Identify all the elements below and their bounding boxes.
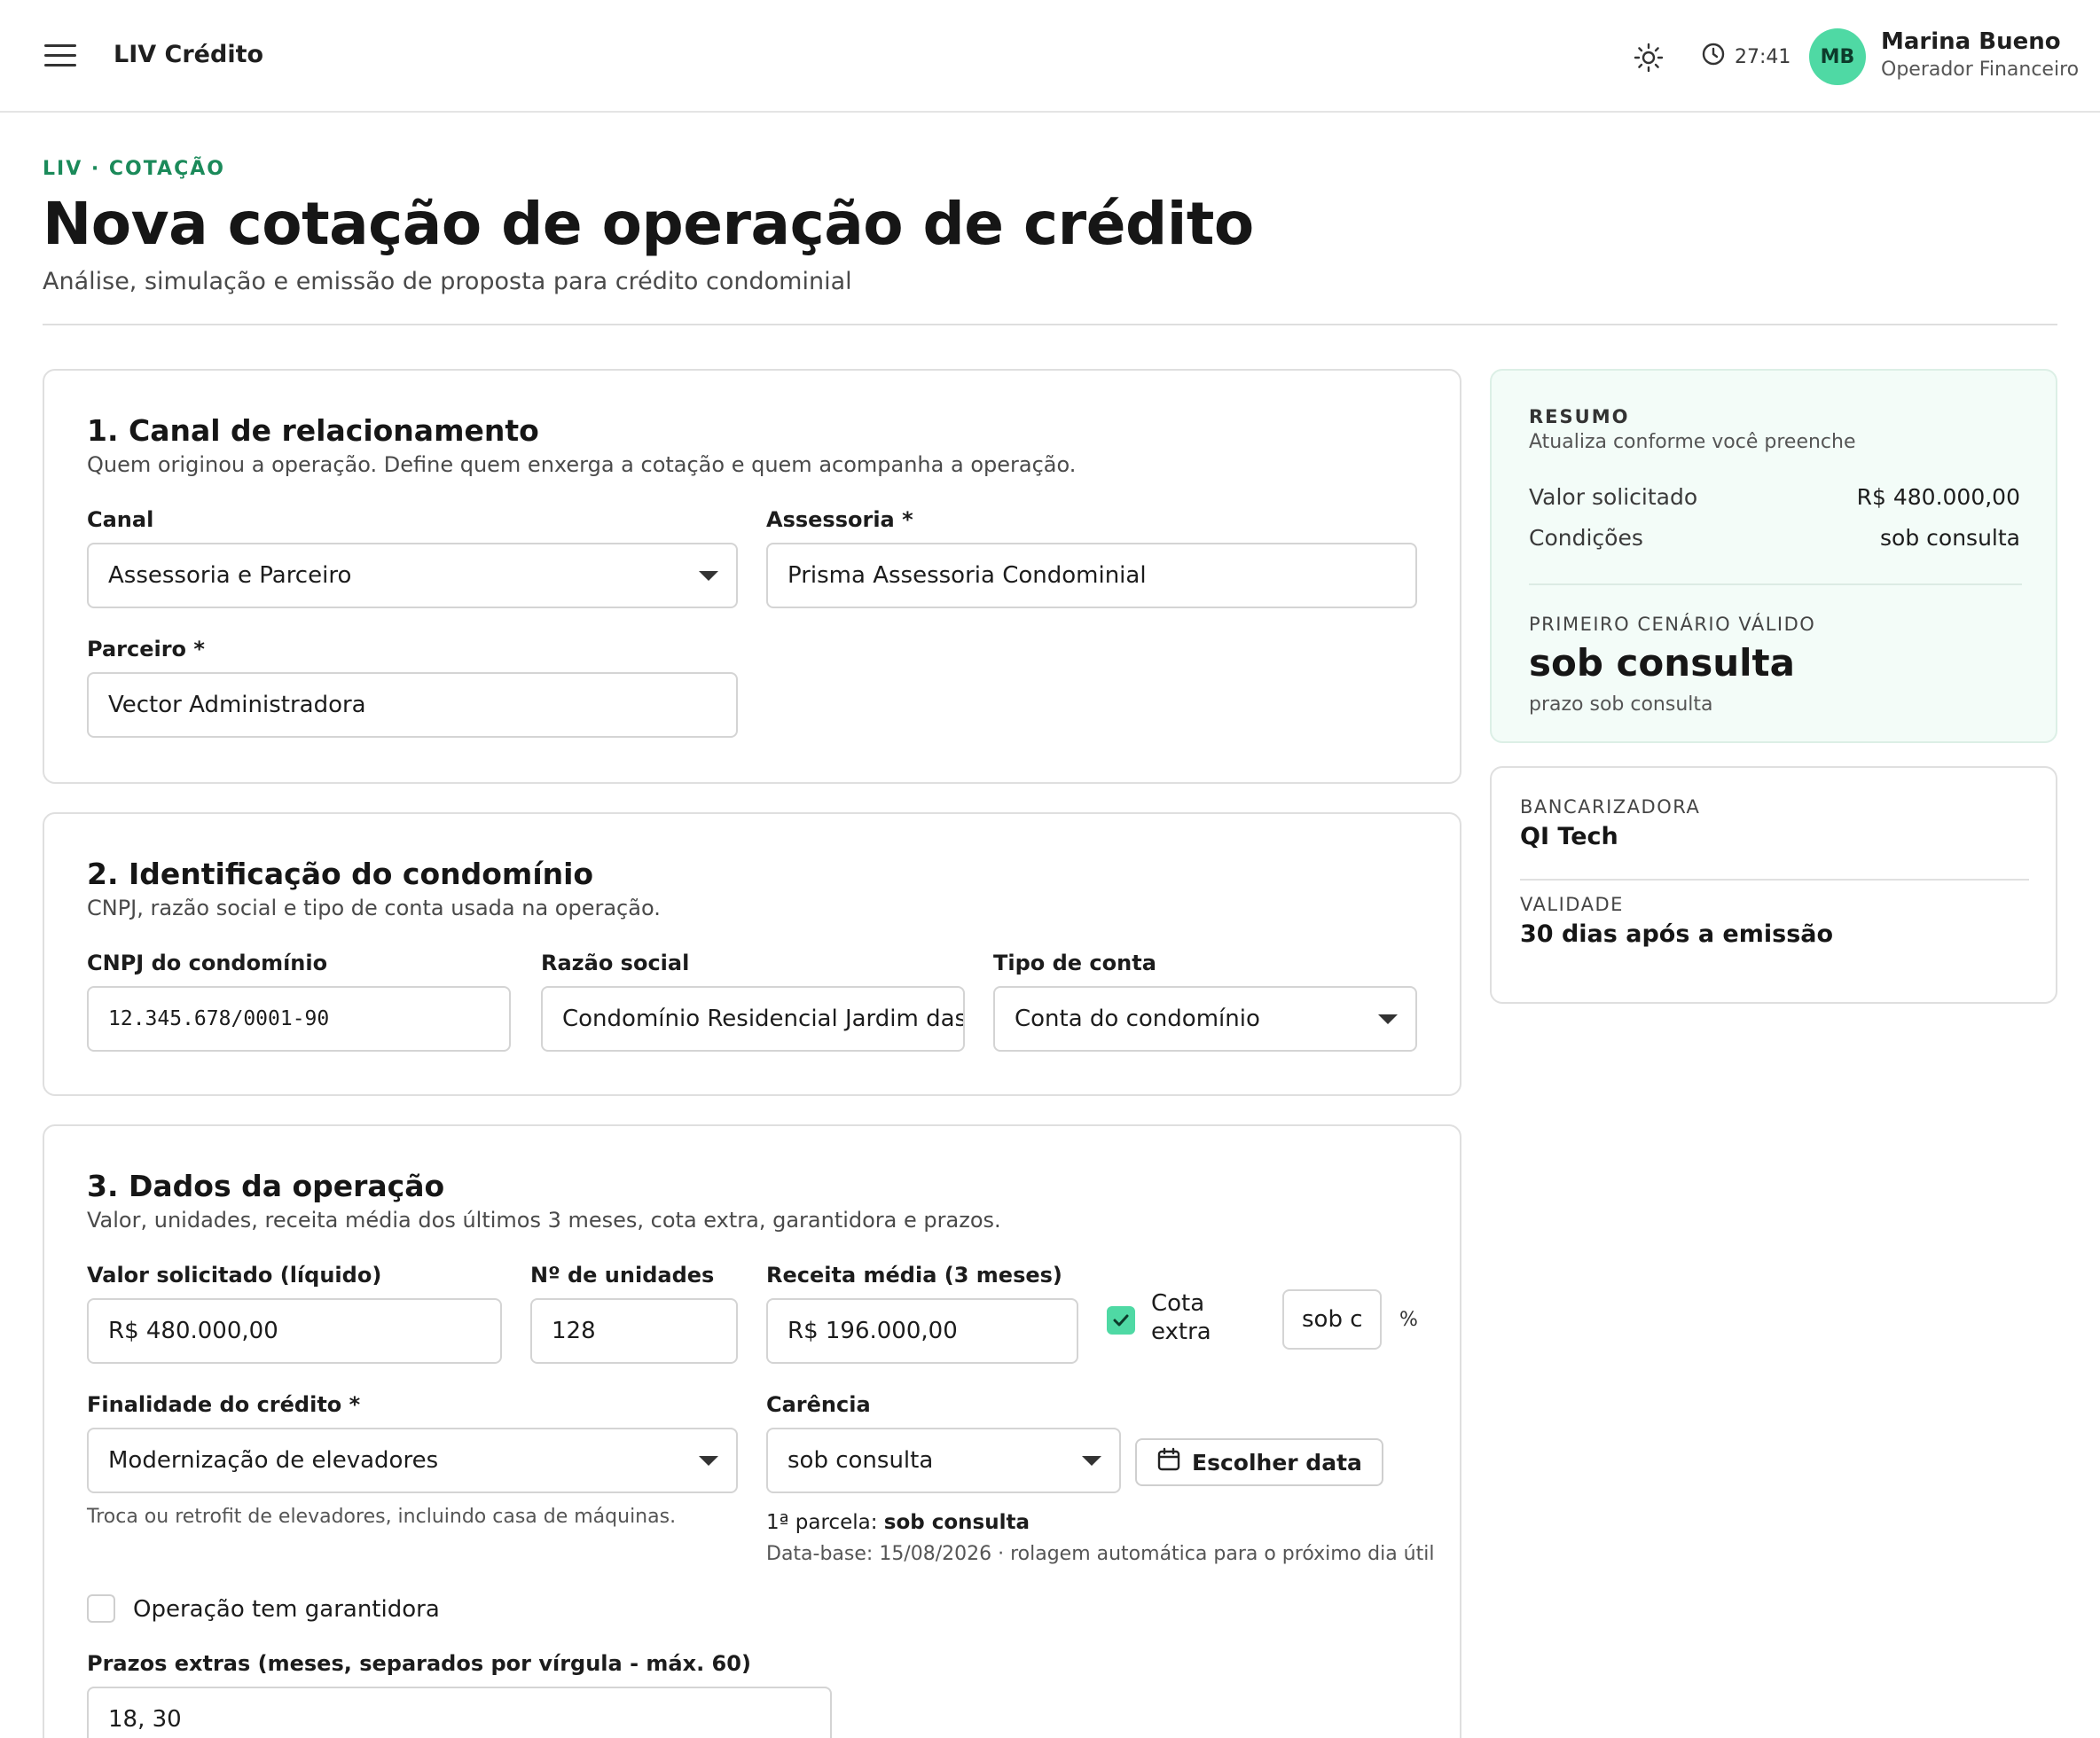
section-canal: 1. Canal de relacionamento Quem originou… — [43, 369, 1461, 784]
parceiro-input[interactable]: Vector Administradora — [87, 672, 738, 738]
cnpj-label: CNPJ do condomínio — [87, 951, 328, 975]
assessoria-value: Prisma Assessoria Condominial — [788, 562, 1147, 589]
canal-value: Assessoria e Parceiro — [108, 562, 352, 589]
clock-icon — [1701, 42, 1726, 72]
base-date-note: Data-base: 15/08/2026 · rolagem automáti… — [766, 1543, 1435, 1565]
parceiro-label: Parceiro * — [87, 637, 205, 662]
prazos-label: Prazos extras (meses, separados por vírg… — [87, 1651, 751, 1676]
divider — [43, 324, 2057, 325]
summary-row-label: Valor solicitado — [1529, 484, 1698, 510]
sun-icon[interactable] — [1632, 41, 1665, 74]
summary-card: RESUMO Atualiza conforme você preenche V… — [1490, 369, 2057, 743]
bank-card: BANCARIZADORA QI Tech VALIDADE 30 dias a… — [1490, 766, 2057, 1004]
breadcrumb: LIV · COTAÇÃO — [43, 158, 225, 180]
assessoria-label: Assessoria * — [766, 507, 913, 532]
garantidora-label: Operação tem garantidora — [133, 1596, 440, 1623]
check-icon — [1113, 1314, 1129, 1327]
section-description: Valor, unidades, receita média dos últim… — [87, 1208, 1001, 1233]
prazos-value: 18, 30 — [108, 1706, 182, 1733]
page-title: Nova cotação de operação de crédito — [43, 190, 1254, 258]
prazos-input[interactable]: 18, 30 — [87, 1687, 832, 1738]
razao-input[interactable]: Condomínio Residencial Jardim das — [541, 986, 965, 1052]
top-bar: LIV Crédito 27:41 MB Marina Bueno Operad… — [0, 0, 2100, 113]
finalidade-select[interactable]: Modernização de elevadores — [87, 1428, 738, 1493]
chevron-down-icon — [1082, 1456, 1101, 1466]
summary-row-label: Condições — [1529, 525, 1643, 551]
first-parcel: 1ª parcela: sob consulta — [766, 1511, 1030, 1534]
cota-extra-input[interactable]: sob c — [1282, 1289, 1382, 1350]
scenario-value: sob consulta — [1529, 641, 1795, 685]
parceiro-value: Vector Administradora — [108, 692, 366, 718]
section-title: 2. Identificação do condomínio — [87, 857, 594, 891]
razao-label: Razão social — [541, 951, 690, 975]
finalidade-help: Troca ou retrofit de elevadores, incluin… — [87, 1506, 677, 1528]
avatar[interactable]: MB — [1809, 28, 1866, 85]
unidades-value: 128 — [552, 1318, 596, 1344]
summary-note: Atualiza conforme você preenche — [1529, 431, 1856, 453]
user-name: Marina Bueno — [1881, 28, 2061, 55]
section-title: 3. Dados da operação — [87, 1169, 445, 1203]
calendar-icon — [1156, 1447, 1181, 1477]
cota-extra-checkbox[interactable] — [1107, 1306, 1135, 1335]
section-title: 1. Canal de relacionamento — [87, 413, 539, 448]
section-operacao: 3. Dados da operação Valor, unidades, re… — [43, 1124, 1461, 1738]
valor-value: R$ 480.000,00 — [108, 1318, 278, 1344]
canal-label: Canal — [87, 507, 154, 532]
receita-input[interactable]: R$ 196.000,00 — [766, 1298, 1078, 1364]
carencia-label: Carência — [766, 1392, 871, 1417]
session-timer: 27:41 — [1701, 41, 1790, 73]
receita-label: Receita média (3 meses) — [766, 1263, 1062, 1288]
scenario-label: PRIMEIRO CENÁRIO VÁLIDO — [1529, 614, 1816, 635]
tipo-conta-select[interactable]: Conta do condomínio — [993, 986, 1417, 1052]
assessoria-input[interactable]: Prisma Assessoria Condominial — [766, 543, 1417, 608]
page-subtitle: Análise, simulação e emissão de proposta… — [43, 268, 852, 295]
divider — [1529, 583, 2022, 585]
finalidade-value: Modernização de elevadores — [108, 1447, 439, 1474]
tipo-conta-value: Conta do condomínio — [1015, 1006, 1260, 1032]
choose-date-label: Escolher data — [1192, 1449, 1362, 1476]
garantidora-checkbox[interactable] — [87, 1594, 115, 1623]
cota-extra-value: sob c — [1302, 1306, 1363, 1333]
scenario-subtext: prazo sob consulta — [1529, 693, 1713, 716]
razao-value: Condomínio Residencial Jardim das — [562, 1006, 965, 1032]
unidades-label: Nº de unidades — [530, 1263, 715, 1288]
finalidade-label: Finalidade do crédito * — [87, 1392, 361, 1417]
user-role: Operador Financeiro — [1881, 59, 2080, 81]
tipo-conta-label: Tipo de conta — [993, 951, 1156, 975]
percent-unit: % — [1399, 1309, 1418, 1331]
cnpj-value: 12.345.678/0001-90 — [108, 1007, 330, 1030]
divider — [1520, 879, 2029, 881]
carencia-select[interactable]: sob consulta — [766, 1428, 1121, 1493]
chevron-down-icon — [699, 1456, 718, 1466]
choose-date-button[interactable]: Escolher data — [1135, 1438, 1383, 1486]
section-description: Quem originou a operação. Define quem en… — [87, 452, 1077, 477]
unidades-input[interactable]: 128 — [530, 1298, 738, 1364]
timer-value: 27:41 — [1735, 45, 1791, 68]
bancarizadora-label: BANCARIZADORA — [1520, 796, 1701, 818]
bancarizadora-value: QI Tech — [1520, 823, 1618, 850]
validade-label: VALIDADE — [1520, 894, 1624, 915]
canal-select[interactable]: Assessoria e Parceiro — [87, 543, 738, 608]
summary-row-value: sob consulta — [1880, 525, 2020, 551]
hamburger-menu-icon[interactable] — [44, 44, 76, 69]
app-title: LIV Crédito — [114, 41, 264, 68]
validade-value: 30 dias após a emissão — [1520, 920, 1834, 948]
carencia-value: sob consulta — [788, 1447, 934, 1474]
section-description: CNPJ, razão social e tipo de conta usada… — [87, 896, 661, 920]
summary-title: RESUMO — [1529, 406, 1630, 427]
chevron-down-icon — [699, 571, 718, 581]
cota-extra-label: Cota extra — [1151, 1290, 1211, 1345]
valor-input[interactable]: R$ 480.000,00 — [87, 1298, 502, 1364]
valor-label: Valor solicitado (líquido) — [87, 1263, 382, 1288]
receita-value: R$ 196.000,00 — [788, 1318, 958, 1344]
cnpj-input[interactable]: 12.345.678/0001-90 — [87, 986, 511, 1052]
section-condominio: 2. Identificação do condomínio CNPJ, raz… — [43, 812, 1461, 1096]
summary-row-value: R$ 480.000,00 — [1856, 484, 2020, 510]
chevron-down-icon — [1378, 1014, 1398, 1024]
